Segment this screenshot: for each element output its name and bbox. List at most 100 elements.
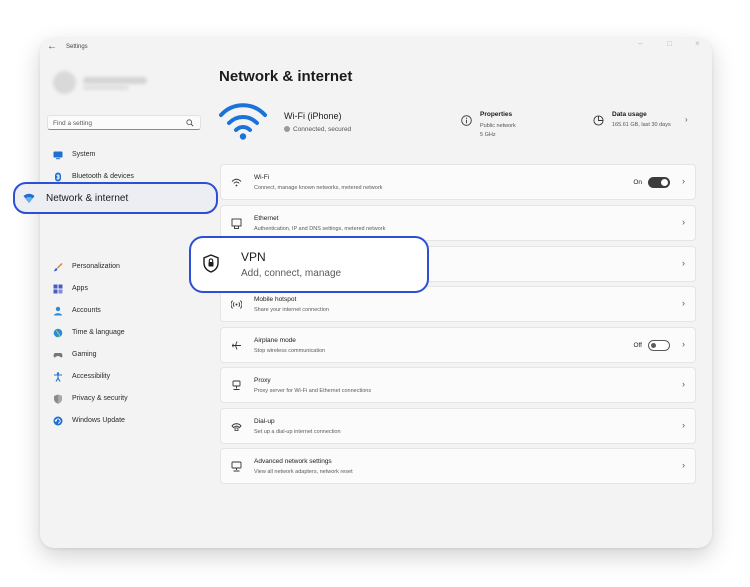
sidebar-item-label: Gaming (72, 351, 97, 358)
vpn-title: VPN (241, 250, 266, 264)
wifi-icon (231, 178, 242, 187)
apps-icon (53, 284, 63, 294)
dialup-icon (231, 423, 242, 431)
card-title: Wi-Fi (254, 174, 270, 181)
card-title: Airplane mode (254, 337, 296, 344)
sidebar-item-label: Time & language (72, 329, 125, 336)
shield-icon (54, 394, 62, 404)
brush-icon (53, 263, 63, 272)
sidebar-item-label: Windows Update (72, 417, 125, 424)
proxy-card[interactable]: Proxy Proxy server for Wi-Fi and Etherne… (220, 367, 696, 403)
monitor-icon (53, 151, 63, 160)
sidebar-item-accessibility[interactable]: Accessibility (40, 368, 210, 386)
connection-status-text: Connected, secured (293, 126, 352, 133)
chevron-right-icon[interactable]: › (682, 421, 685, 430)
connected-network-name: Wi-Fi (iPhone) (284, 111, 342, 121)
card-subtitle: Connect, manage known networks, metered … (254, 185, 383, 191)
bluetooth-icon (55, 172, 61, 182)
sidebar-item-personalization[interactable]: Personalization (40, 258, 210, 276)
card-title: Mobile hotspot (254, 296, 297, 303)
sidebar-item-privacy[interactable]: Privacy & security (40, 390, 210, 408)
info-icon (461, 115, 472, 126)
wifi-toggle[interactable] (648, 177, 670, 188)
ethernet-icon (231, 218, 242, 229)
sidebar-item-label: Network & internet (46, 193, 129, 204)
chevron-right-icon[interactable]: › (682, 380, 685, 389)
card-title: Ethernet (254, 215, 279, 222)
vpn-callout[interactable]: VPN Add, connect, manage (189, 236, 429, 293)
chevron-right-icon[interactable]: › (682, 259, 685, 268)
globe-clock-icon (53, 328, 63, 338)
hotspot-icon (231, 300, 242, 309)
chevron-right-icon[interactable]: › (682, 461, 685, 470)
card-title: Dial-up (254, 418, 275, 425)
network-type: Public network (480, 123, 516, 129)
chevron-right-icon[interactable]: › (685, 115, 688, 124)
sidebar-item-windows-update[interactable]: Windows Update (40, 412, 210, 430)
sidebar-item-label: Apps (72, 285, 88, 292)
gamepad-icon (53, 353, 63, 358)
network-icon (23, 193, 35, 203)
sidebar-item-label: Accounts (72, 307, 101, 314)
connection-status: Connected, secured (284, 126, 351, 133)
vpn-subtitle: Add, connect, manage (241, 268, 342, 279)
chevron-right-icon[interactable]: › (682, 340, 685, 349)
card-subtitle: View all network adapters, network reset (254, 469, 353, 475)
close-button[interactable]: × (695, 40, 700, 48)
status-dot-icon (284, 126, 290, 132)
sidebar-item-network-internet[interactable]: Network & internet (13, 182, 218, 214)
sidebar-item-label: Privacy & security (72, 395, 128, 402)
title-bar: ← Settings – □ × (40, 38, 712, 58)
sidebar-item-gaming[interactable]: Gaming (40, 346, 210, 364)
card-title: Proxy (254, 377, 271, 384)
properties-details: Public network 5 GHz (480, 122, 540, 140)
search-icon[interactable] (186, 119, 194, 127)
data-usage-icon (593, 115, 604, 126)
card-subtitle: Authentication, IP and DNS settings, met… (254, 226, 386, 232)
card-subtitle: Proxy server for Wi-Fi and Ethernet conn… (254, 388, 372, 394)
profile-name-blurred (83, 77, 147, 84)
sidebar-item-apps[interactable]: Apps (40, 280, 210, 298)
proxy-icon (232, 380, 241, 390)
avatar (53, 71, 76, 94)
profile-email-blurred (83, 85, 129, 90)
data-usage-detail: 165.61 GB, last 30 days (612, 122, 671, 128)
chevron-right-icon[interactable]: › (682, 177, 685, 186)
sidebar-item-time-language[interactable]: Time & language (40, 324, 210, 342)
airplane-toggle-label: Off (633, 342, 642, 349)
network-band: 5 GHz (480, 132, 496, 138)
data-usage-link[interactable]: Data usage (612, 111, 647, 118)
chevron-right-icon[interactable]: › (682, 218, 685, 227)
app-title: Settings (66, 44, 88, 50)
sidebar-item-system[interactable]: System (40, 146, 210, 164)
wifi-large-icon (219, 103, 267, 140)
search-box[interactable] (47, 115, 201, 130)
advanced-network-icon (231, 461, 242, 472)
card-subtitle: Share your internet connection (254, 307, 329, 313)
maximize-button[interactable]: □ (667, 40, 672, 48)
chevron-right-icon[interactable]: › (682, 299, 685, 308)
minimize-button[interactable]: – (638, 40, 642, 48)
properties-link[interactable]: Properties (480, 111, 512, 118)
sidebar-item-accounts[interactable]: Accounts (40, 302, 210, 320)
settings-window: ← Settings – □ × System (40, 38, 712, 548)
airplane-mode-card[interactable]: Airplane mode Stop wireless communicatio… (220, 327, 696, 363)
airplane-mode-toggle[interactable] (648, 340, 670, 351)
sidebar-item-label: Bluetooth & devices (72, 173, 134, 180)
sidebar-item-label: System (72, 151, 96, 158)
wifi-toggle-label: On (633, 179, 642, 186)
wifi-card[interactable]: Wi-Fi Connect, manage known networks, me… (220, 164, 696, 200)
back-arrow-icon[interactable]: ← (47, 42, 57, 52)
accessibility-icon (54, 372, 62, 382)
vpn-shield-icon (203, 254, 219, 273)
airplane-icon (232, 341, 241, 350)
dial-up-card[interactable]: Dial-up Set up a dial-up internet connec… (220, 408, 696, 444)
person-icon (54, 306, 62, 316)
search-input[interactable] (53, 118, 183, 128)
card-subtitle: Set up a dial-up internet connection (254, 429, 341, 435)
sidebar-item-label: Accessibility (72, 373, 111, 380)
page-title: Network & internet (219, 68, 353, 85)
card-title: Advanced network settings (254, 458, 332, 465)
advanced-network-settings-card[interactable]: Advanced network settings View all netwo… (220, 448, 696, 484)
card-subtitle: Stop wireless communication (254, 348, 326, 354)
